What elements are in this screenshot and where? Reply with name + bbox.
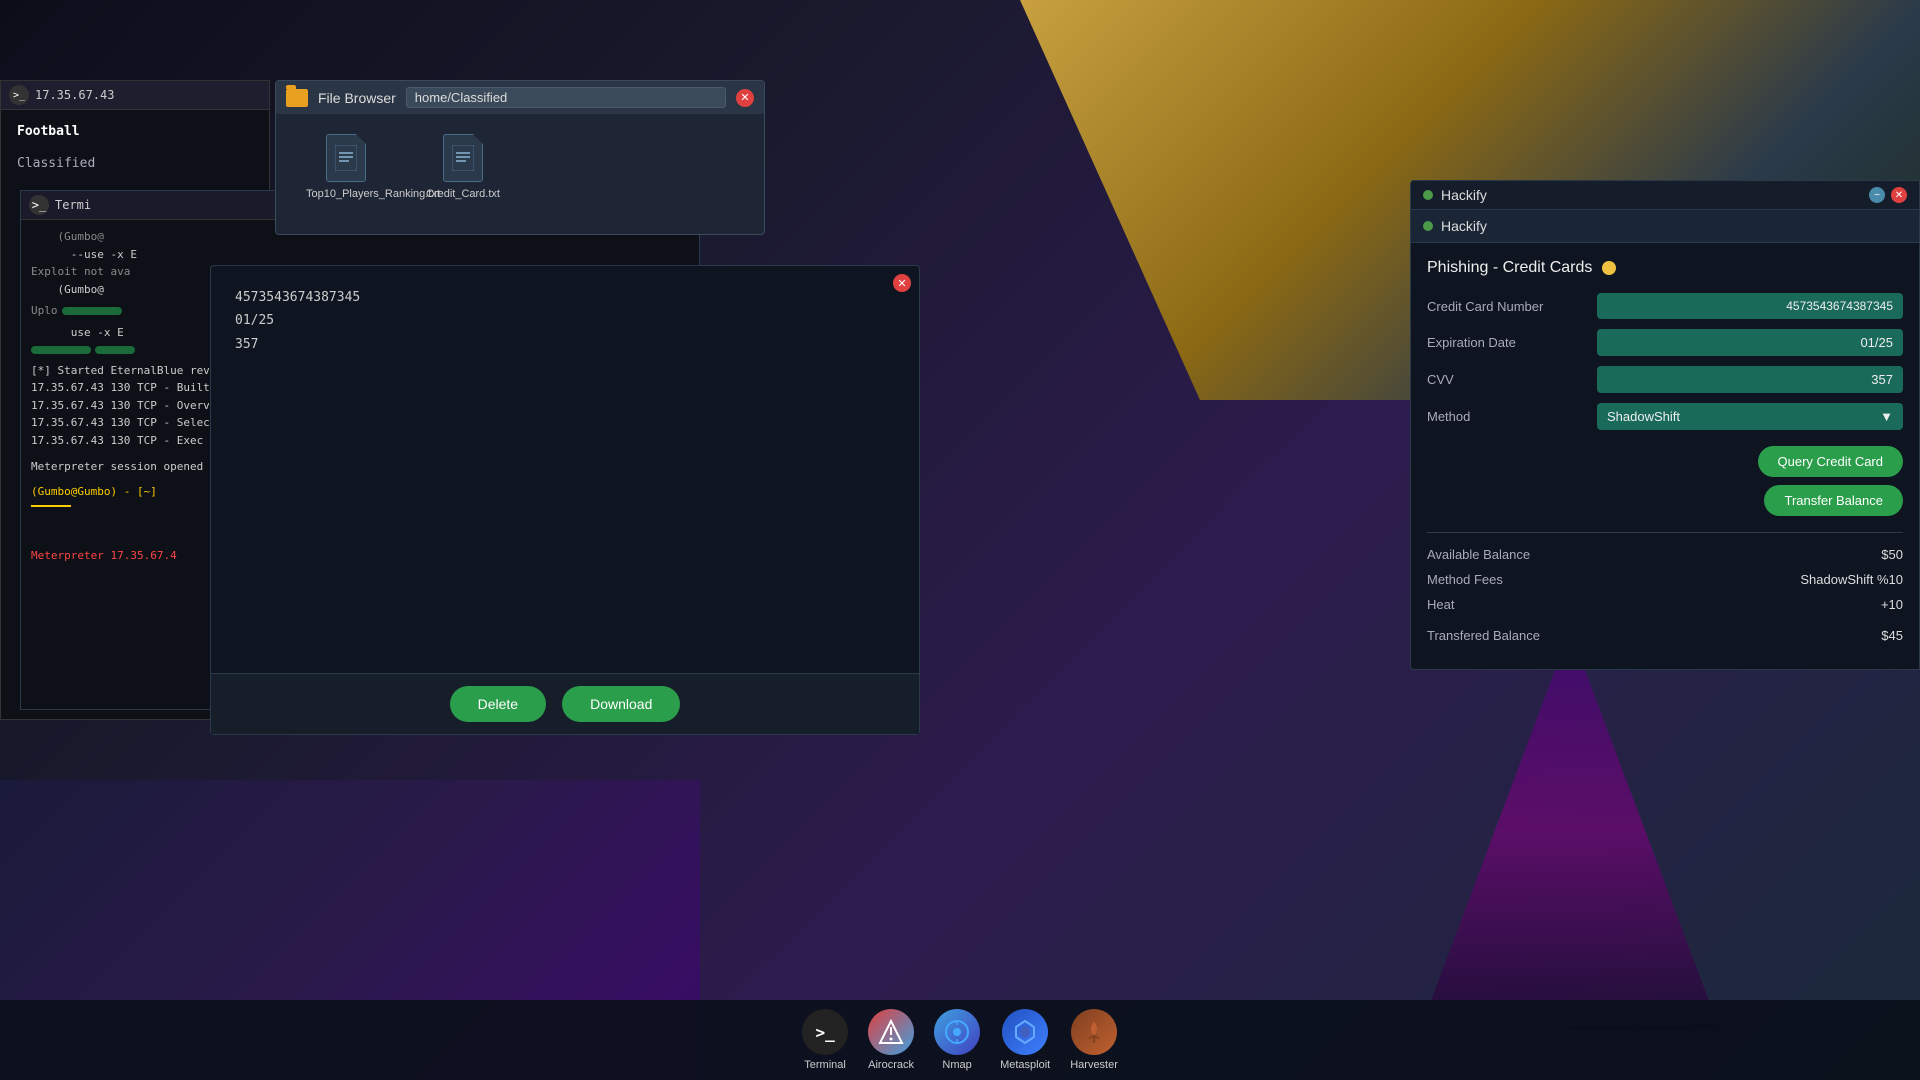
expiry-label: Expiration Date [1427, 335, 1587, 350]
file-viewer-content: 4573543674387345 01/25 357 [211, 266, 919, 673]
hackify-nav: Hackify [1411, 210, 1919, 243]
transferred-row: Transfered Balance $45 [1427, 628, 1903, 643]
fees-label: Method Fees [1427, 572, 1503, 587]
terminal-1-ip: 17.35.67.43 [35, 88, 114, 102]
balance-row: Available Balance $50 [1427, 547, 1903, 562]
file-name-credit-card: Credit_Card.txt [426, 188, 500, 200]
heat-label: Heat [1427, 597, 1454, 612]
download-button[interactable]: Download [562, 686, 680, 722]
terminal-1-icon: >_ [9, 85, 29, 105]
file-browser-path[interactable]: home/Classified [406, 87, 726, 108]
method-arrow-icon: ▼ [1880, 409, 1893, 424]
terminal-2-title: Termi [55, 198, 91, 212]
file-browser-content: Top10_Players_Ranking.txt Credit_Card.tx… [276, 114, 764, 234]
phishing-panel: Phishing - Credit Cards Credit Card Numb… [1411, 243, 1919, 669]
cc-number-label: Credit Card Number [1427, 299, 1587, 314]
cc-cvv-line: 357 [235, 333, 895, 356]
heat-row: Heat +10 [1427, 597, 1903, 612]
file-icon-players [326, 134, 366, 182]
file-browser-titlebar: File Browser home/Classified ✕ [276, 81, 764, 114]
cc-number-value: 4573543674387345 [1597, 293, 1903, 319]
transferred-label: Transfered Balance [1427, 628, 1540, 643]
taskbar-item-harvester[interactable]: Harvester [1070, 1009, 1118, 1071]
hackify-window-title: Hackify [1441, 218, 1487, 234]
method-select[interactable]: ShadowShift ▼ [1597, 403, 1903, 430]
taskbar-label-terminal: Terminal [804, 1059, 846, 1071]
expiry-value: 01/25 [1597, 329, 1903, 356]
terminal-icon: >_ [802, 1009, 848, 1055]
taskbar-label-airocrack: Airocrack [868, 1059, 914, 1071]
taskbar-item-terminal[interactable]: >_ Terminal [802, 1009, 848, 1071]
transfer-balance-button[interactable]: Transfer Balance [1764, 485, 1903, 516]
heat-value: +10 [1881, 597, 1903, 612]
hackify-status-dot [1423, 190, 1433, 200]
method-value: ShadowShift [1607, 409, 1680, 424]
taskbar-item-nmap[interactable]: Nmap [934, 1009, 980, 1071]
file-item-players[interactable]: Top10_Players_Ranking.txt [306, 134, 386, 214]
query-credit-card-button[interactable]: Query Credit Card [1758, 446, 1903, 477]
nmap-icon [934, 1009, 980, 1055]
cvv-field-row: CVV 357 [1427, 366, 1903, 393]
hackify-nav-dot [1423, 221, 1433, 231]
cc-number-line: 4573543674387345 [235, 286, 895, 309]
sidebar-item-classified[interactable]: Classified [9, 148, 261, 180]
balance-label: Available Balance [1427, 547, 1530, 562]
transferred-row-inner: Transfered Balance $45 [1427, 628, 1903, 643]
fees-value: ShadowShift %10 [1800, 572, 1903, 587]
transferred-value: $45 [1881, 628, 1903, 643]
cc-expiry-line: 01/25 [235, 309, 895, 332]
airocrack-icon [868, 1009, 914, 1055]
info-section: Available Balance $50 Method Fees Shadow… [1427, 532, 1903, 643]
hackify-close-button[interactable]: ✕ [1891, 187, 1907, 203]
taskbar: >_ Terminal Airocrack Nmap Metasploit Ha… [0, 1000, 1920, 1080]
sidebar-item-football[interactable]: Football [9, 116, 261, 148]
phishing-header: Phishing - Credit Cards [1427, 259, 1903, 277]
term-line-2: --use -x E [31, 246, 689, 264]
terminal-1-content: Football Classified [1, 110, 269, 193]
taskbar-label-harvester: Harvester [1070, 1059, 1118, 1071]
taskbar-item-airocrack[interactable]: Airocrack [868, 1009, 914, 1071]
terminal-1-header: >_ 17.35.67.43 [1, 81, 269, 110]
file-icon-credit-card [443, 134, 483, 182]
file-browser-window: File Browser home/Classified ✕ Top10_Pla… [275, 80, 765, 235]
file-item-credit-card[interactable]: Credit_Card.txt [426, 134, 500, 214]
file-name-players: Top10_Players_Ranking.txt [306, 188, 386, 200]
metasploit-icon [1002, 1009, 1048, 1055]
action-buttons: Query Credit Card Transfer Balance [1427, 446, 1903, 516]
file-viewer-dialog: ✕ 4573543674387345 01/25 357 Delete Down… [210, 265, 920, 735]
folder-icon [286, 89, 308, 107]
taskbar-label-metasploit: Metasploit [1000, 1059, 1050, 1071]
method-label: Method [1427, 409, 1587, 424]
harvester-icon [1071, 1009, 1117, 1055]
hackify-minimize-button[interactable]: − [1869, 187, 1885, 203]
hackify-controls: − ✕ [1869, 187, 1907, 203]
terminal-2-icon: >_ [29, 195, 49, 215]
cvv-label: CVV [1427, 372, 1587, 387]
fees-row: Method Fees ShadowShift %10 [1427, 572, 1903, 587]
hackify-nav-title: Hackify [1441, 187, 1487, 203]
method-field-row: Method ShadowShift ▼ [1427, 403, 1903, 430]
taskbar-label-nmap: Nmap [942, 1059, 971, 1071]
expiry-field-row: Expiration Date 01/25 [1427, 329, 1903, 356]
cvv-value: 357 [1597, 366, 1903, 393]
file-viewer-actions: Delete Download [211, 673, 919, 734]
file-browser-close-button[interactable]: ✕ [736, 89, 754, 107]
cc-number-field-row: Credit Card Number 4573543674387345 [1427, 293, 1903, 319]
taskbar-item-metasploit[interactable]: Metasploit [1000, 1009, 1050, 1071]
phishing-title: Phishing - Credit Cards [1427, 259, 1592, 277]
hackify-titlebar: Hackify − ✕ [1411, 181, 1919, 210]
hackify-window: Hackify − ✕ Hackify Phishing - Credit Ca… [1410, 180, 1920, 670]
phishing-status-dot [1602, 261, 1616, 275]
file-viewer-close-button[interactable]: ✕ [893, 274, 911, 292]
term-cursor-line [31, 505, 71, 507]
file-browser-title: File Browser [318, 90, 396, 106]
delete-button[interactable]: Delete [450, 686, 546, 722]
balance-value: $50 [1881, 547, 1903, 562]
